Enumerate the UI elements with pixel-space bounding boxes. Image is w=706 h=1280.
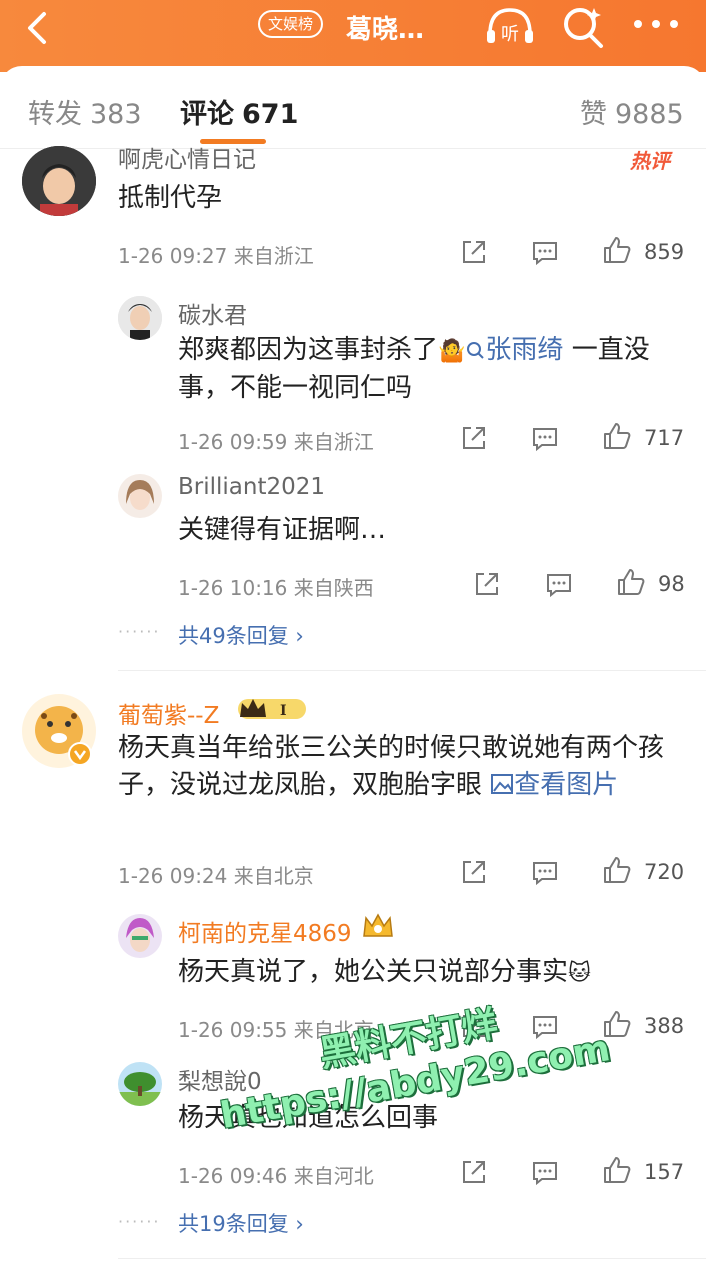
tab-reposts[interactable]: 转发 383 [28,92,142,131]
like-count: 98 [658,572,685,596]
search-mention-icon [467,342,485,359]
tab-comments[interactable]: 评论 671 [180,92,298,131]
svg-text:听: 听 [501,24,519,45]
reply-time: 1-26 10:16 [178,576,288,600]
reply-author-name[interactable]: Brilliant2021 [178,474,325,500]
reply-body: 杨天真说了，她公关只说部分事实 [178,957,569,987]
like-icon[interactable] [602,855,632,885]
tab-count: 383 [90,99,142,130]
like-icon[interactable] [602,421,632,451]
comment-divider [118,1258,706,1259]
tab-likes[interactable]: 赞 9885 [580,92,684,131]
comment-icon[interactable] [530,1157,560,1187]
reply-meta: 1-26 09:46 来自河北 [178,1160,374,1189]
reply-text-before: 郑爽都因为这事封杀了 [178,335,439,365]
comment-icon[interactable] [530,857,560,887]
top-bar: 文娱榜 葛晓… 听 [0,0,706,72]
avatar[interactable] [118,296,162,340]
view-image-link[interactable]: 查看图片 [490,770,618,800]
comment-divider [118,670,706,671]
comment-text: 抵制代孕 [118,183,223,213]
comment-time: 1-26 09:27 [118,244,228,268]
reply-meta: 1-26 09:59 来自浙江 [178,426,374,455]
dots-divider: ······ [118,1212,161,1231]
cat-emoji: 🐱 [568,961,591,986]
like-count: 720 [644,860,685,884]
like-icon[interactable] [616,567,646,597]
back-icon[interactable] [20,10,56,46]
reply-time: 1-26 09:55 [178,1018,288,1042]
more-replies-link[interactable]: 共49条回复 › [178,620,304,650]
vip-crown-icon: I [238,699,306,719]
reply-time: 1-26 09:59 [178,430,288,454]
mention-name[interactable]: 张雨绮 [485,335,563,365]
like-count: 157 [644,1160,685,1184]
like-icon[interactable] [602,1155,632,1185]
more-replies-link[interactable]: 共19条回复 › [178,1208,304,1238]
comment-icon[interactable] [530,237,560,267]
like-count: 388 [644,1014,685,1038]
listen-icon[interactable]: 听 [484,6,536,46]
reply-location: 来自河北 [293,1164,374,1188]
share-icon[interactable] [459,857,489,887]
avatar[interactable] [118,1062,162,1106]
reply-meta: 1-26 10:16 来自陕西 [178,572,374,601]
tab-label: 赞 [580,99,607,130]
comment-time: 1-26 09:24 [118,864,228,888]
vip-crown-icon [363,913,393,937]
comment-location: 来自北京 [233,864,314,888]
comment-icon[interactable] [530,423,560,453]
like-count: 859 [644,240,685,264]
page-title: 葛晓… [346,15,425,45]
reply-author-name[interactable]: 柯南的克星4869 [178,914,352,948]
avatar[interactable] [118,474,162,518]
share-icon[interactable] [472,569,502,599]
more-icon[interactable] [632,12,680,36]
tab-label: 评论 [180,99,234,130]
tab-count: 9885 [615,99,684,130]
reply-text: 杨天真说了，她公关只说部分事实🐱 [178,954,591,992]
mention-link[interactable]: 张雨绮 [465,335,563,365]
dots-divider: ······ [118,622,161,641]
avatar[interactable] [22,146,96,216]
tab-count: 671 [242,99,299,130]
image-icon [491,774,514,794]
tabs-divider [0,148,706,149]
hot-comment-tag: 热评 [630,149,670,173]
comment-location: 来自浙江 [233,244,314,268]
tab-label: 转发 [28,99,82,130]
svg-text:I: I [280,703,287,719]
search-icon[interactable] [560,4,606,50]
hot-list-badge[interactable]: 文娱榜 [258,10,324,38]
view-image-label[interactable]: 查看图片 [514,770,618,800]
like-count: 717 [644,426,685,450]
reply-time: 1-26 09:46 [178,1164,288,1188]
comment-meta: 1-26 09:24 来自北京 [118,860,314,889]
reply-location: 来自陕西 [293,576,374,600]
comment-meta: 1-26 09:27 来自浙江 [118,240,314,269]
reply-author-name[interactable]: 碳水君 [178,296,247,330]
comment-text: 杨天真当年给张三公关的时候只敢说她有两个孩子，没说过龙凤胎，双胞胎字眼 查看图片 [118,730,678,804]
avatar[interactable] [118,914,162,958]
reply-text: 郑爽都因为这事封杀了🤷 张雨绮 一直没事，不能一视同仁吗 [178,332,688,407]
commenter-name[interactable]: 啊虎心情日记 [118,140,256,174]
verified-icon [68,742,92,766]
comment-icon[interactable] [544,569,574,599]
reply-text: 关键得有证据啊… [178,515,387,545]
share-icon[interactable] [459,423,489,453]
share-icon[interactable] [459,237,489,267]
like-icon[interactable] [602,235,632,265]
commenter-name[interactable]: 葡萄紫--Z [118,696,219,730]
share-icon[interactable] [459,1157,489,1187]
emoji: 🤷 [438,339,466,364]
reply-location: 来自浙江 [293,430,374,454]
